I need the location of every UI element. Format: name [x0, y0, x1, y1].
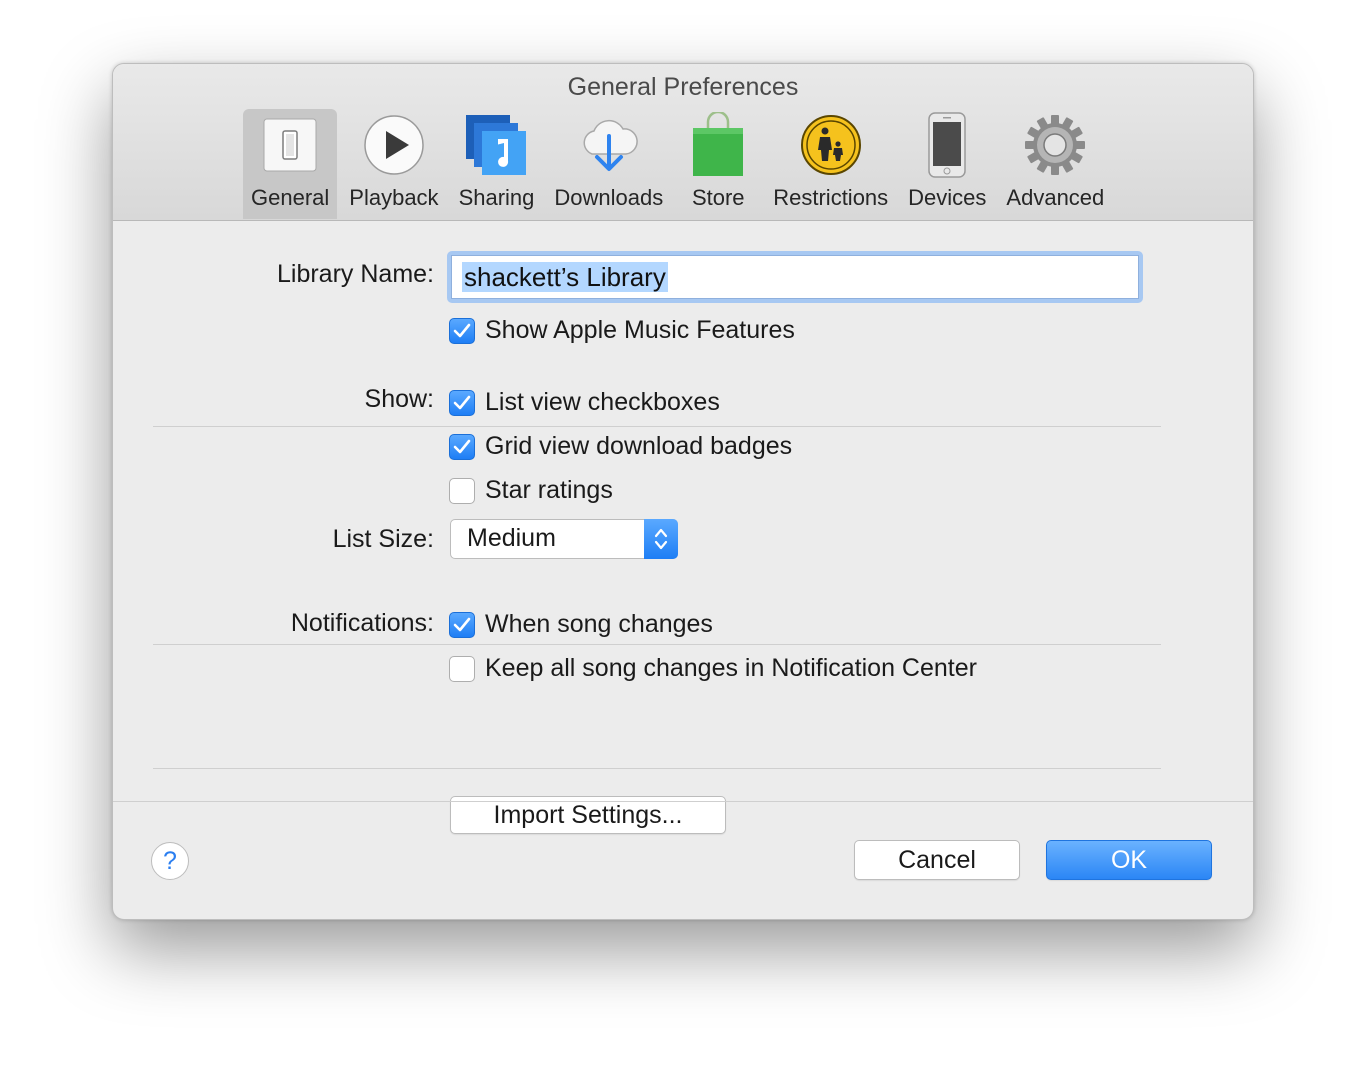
list-size-label: List Size: — [332, 525, 434, 553]
show-apple-music-row[interactable]: Show Apple Music Features — [449, 316, 795, 345]
star-ratings-row[interactable]: Star ratings — [449, 476, 613, 505]
separator — [153, 768, 1161, 769]
star-ratings-checkbox[interactable] — [449, 477, 475, 504]
cloud-download-icon — [574, 109, 644, 181]
keep-all-song-changes-row[interactable]: Keep all song changes in Notification Ce… — [449, 654, 977, 683]
title-bar: General Preferences General Playback Sha… — [113, 64, 1253, 221]
window-title: General Preferences — [567, 73, 799, 101]
gear-icon — [1020, 109, 1090, 181]
when-song-changes-checkbox[interactable] — [449, 611, 475, 638]
keep-all-song-changes-checkbox[interactable] — [449, 655, 475, 682]
iphone-icon — [912, 109, 982, 181]
notifications-label: Notifications: — [290, 609, 434, 637]
library-name-label: Library Name: — [277, 260, 434, 288]
separator — [153, 426, 1161, 427]
when-song-changes-row[interactable]: When song changes — [449, 610, 713, 639]
chevron-updown-icon — [644, 519, 678, 559]
tab-devices[interactable]: Devices — [900, 109, 994, 219]
help-button[interactable]: ? — [151, 842, 189, 880]
tab-restrictions[interactable]: Restrictions — [765, 109, 896, 219]
tab-downloads[interactable]: Downloads — [546, 109, 671, 219]
grid-view-badges-checkbox[interactable] — [449, 433, 475, 460]
list-size-select[interactable]: Medium — [450, 519, 678, 559]
preferences-toolbar: General Playback Sharing Downloads Store… — [243, 109, 1112, 219]
preferences-window: General Preferences General Playback Sha… — [112, 63, 1254, 920]
show-label: Show: — [364, 385, 434, 413]
footer-separator — [113, 801, 1253, 802]
general-switch-icon — [255, 109, 325, 181]
library-name-input[interactable]: shackett’s Library — [447, 251, 1143, 303]
tab-sharing[interactable]: Sharing — [451, 109, 543, 219]
separator — [153, 644, 1161, 645]
ok-button[interactable]: OK — [1046, 840, 1212, 880]
grid-view-badges-row[interactable]: Grid view download badges — [449, 432, 792, 461]
tab-playback[interactable]: Playback — [341, 109, 446, 219]
list-view-checkboxes-checkbox[interactable] — [449, 389, 475, 416]
tab-store[interactable]: Store — [675, 109, 761, 219]
parental-controls-icon — [796, 109, 866, 181]
play-icon — [359, 109, 429, 181]
tab-advanced[interactable]: Advanced — [998, 109, 1112, 219]
library-name-value: shackett’s Library — [462, 262, 668, 292]
tab-general[interactable]: General — [243, 109, 338, 219]
cancel-button[interactable]: Cancel — [854, 840, 1020, 880]
shopping-bag-icon — [683, 109, 753, 181]
show-apple-music-checkbox[interactable] — [449, 317, 475, 344]
list-view-checkboxes-row[interactable]: List view checkboxes — [449, 388, 720, 417]
sharing-music-note-icon — [461, 109, 531, 181]
